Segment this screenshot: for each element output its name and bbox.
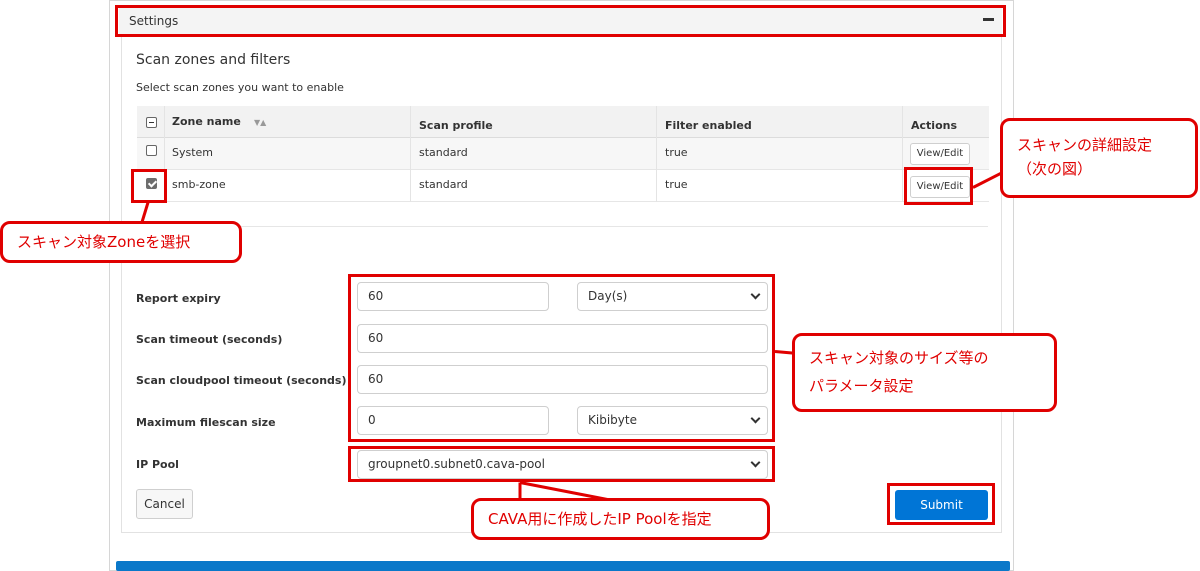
ip-pool-label: IP Pool bbox=[136, 458, 179, 471]
ip-pool-highlight bbox=[348, 446, 775, 482]
zone-select-callout: スキャン対象Zoneを選択 bbox=[0, 221, 242, 263]
col-actions: Actions bbox=[911, 119, 957, 132]
table-row: System standard true View/Edit bbox=[137, 138, 989, 170]
select-all-checkbox[interactable] bbox=[146, 117, 157, 128]
view-edit-highlight bbox=[904, 167, 973, 205]
callout-text: CAVA用に作成したIP Poolを指定 bbox=[488, 510, 712, 528]
cancel-button[interactable]: Cancel bbox=[136, 489, 193, 519]
sort-icon[interactable]: ▼▲ bbox=[254, 118, 266, 127]
row-checkbox-system[interactable] bbox=[146, 145, 157, 156]
scan-timeout-label: Scan timeout (seconds) bbox=[136, 333, 283, 346]
scan-profile: standard bbox=[419, 178, 468, 191]
callout-text: スキャン対象のサイズ等の bbox=[809, 349, 989, 367]
bottom-bar bbox=[116, 561, 1010, 571]
callout-text: （次の図） bbox=[1017, 160, 1093, 178]
scan-profile: standard bbox=[419, 146, 468, 159]
params-callout: スキャン対象のサイズ等の パラメータ設定 bbox=[792, 333, 1057, 412]
callout-text: スキャンの詳細設定 bbox=[1017, 136, 1153, 154]
section-subtitle: Select scan zones you want to enable bbox=[136, 81, 344, 94]
settings-highlight bbox=[115, 5, 1006, 37]
view-edit-button[interactable]: View/Edit bbox=[910, 143, 970, 165]
submit-highlight bbox=[887, 483, 995, 525]
report-expiry-label: Report expiry bbox=[136, 292, 221, 305]
col-zone-name[interactable]: Zone name bbox=[172, 115, 241, 128]
max-filescan-label: Maximum filescan size bbox=[136, 416, 276, 429]
ip-pool-callout: CAVA用に作成したIP Poolを指定 bbox=[471, 498, 770, 540]
table-row: smb-zone standard true View/Edit bbox=[137, 170, 989, 202]
detail-settings-callout: スキャンの詳細設定 （次の図） bbox=[1000, 118, 1198, 198]
col-scan-profile: Scan profile bbox=[419, 119, 493, 132]
column-divider bbox=[902, 106, 903, 202]
column-divider bbox=[656, 106, 657, 202]
callout-text: パラメータ設定 bbox=[809, 377, 914, 395]
column-divider bbox=[410, 106, 411, 202]
params-highlight bbox=[348, 274, 775, 442]
section-divider bbox=[136, 226, 988, 227]
zone-name: System bbox=[172, 146, 214, 159]
callout-text: スキャン対象Zoneを選択 bbox=[17, 233, 191, 251]
col-filter-enabled: Filter enabled bbox=[665, 119, 752, 132]
filter-enabled: true bbox=[665, 178, 688, 191]
checkbox-highlight bbox=[131, 169, 167, 203]
section-title: Scan zones and filters bbox=[136, 52, 291, 68]
filter-enabled: true bbox=[665, 146, 688, 159]
cloudpool-timeout-label: Scan cloudpool timeout (seconds) bbox=[136, 374, 347, 387]
zone-name: smb-zone bbox=[172, 178, 226, 191]
